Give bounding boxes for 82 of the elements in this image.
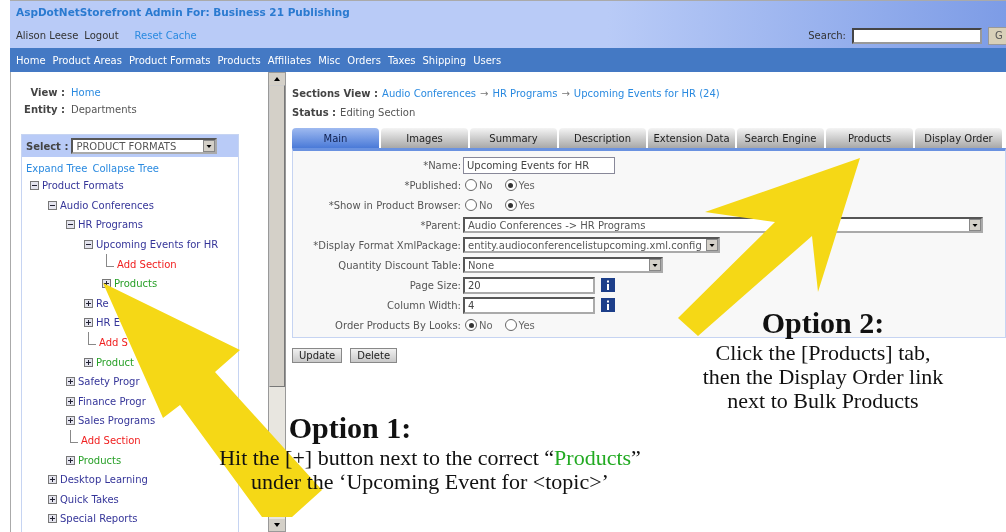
entity-label: Entity : <box>23 103 65 117</box>
breadcrumb-separator: → <box>480 87 489 101</box>
entity-dropdown[interactable]: PRODUCT FORMATS <box>71 138 218 154</box>
tree-item[interactable]: Quick Takes <box>60 493 119 505</box>
sections-view-label: Sections View : <box>292 87 379 101</box>
tab[interactable]: Main <box>292 128 379 148</box>
radio-label: Yes <box>518 179 535 191</box>
status-value: Editing Section <box>340 106 416 120</box>
user-name: Alison Leese <box>16 30 79 41</box>
tree-item[interactable]: Re <box>96 297 109 309</box>
radio-label: No <box>479 179 493 191</box>
tree-item[interactable]: Special Reports <box>60 513 138 525</box>
field-label: Page Size: <box>408 279 461 291</box>
nav-link[interactable]: Home <box>16 54 46 66</box>
breadcrumb-link[interactable]: Upcoming Events for HR (24) <box>573 84 720 103</box>
field-label: Quantity Discount Table: <box>337 259 461 271</box>
nav-link[interactable]: Product Areas <box>52 54 122 66</box>
tree-item[interactable]: Finance Progr <box>78 395 146 407</box>
expand-tree-link[interactable]: Expand Tree <box>26 163 88 174</box>
tree-item[interactable]: Add Section <box>117 258 177 270</box>
text-field[interactable]: Upcoming Events for HR <box>463 156 615 174</box>
tab[interactable]: Description <box>559 128 646 148</box>
radio-label: Yes <box>518 199 535 211</box>
radio-label: No <box>479 319 493 331</box>
field-label: *Display Format XmlPackage: <box>312 239 461 251</box>
nav-link[interactable]: Misc <box>318 54 341 66</box>
tab[interactable]: Images <box>381 128 468 148</box>
annotation-title: Option 1: <box>288 410 412 446</box>
tab[interactable]: Extension Data <box>648 128 735 148</box>
field-label: *Name: <box>422 159 461 171</box>
nav-link[interactable]: Affiliates <box>267 54 312 66</box>
form-button[interactable]: Update <box>292 348 343 363</box>
tab[interactable]: Summary <box>470 128 557 148</box>
field-label: *Published: <box>403 179 461 191</box>
breadcrumb-separator: → <box>561 87 570 101</box>
tree-item[interactable]: Sales Programs <box>78 415 156 427</box>
form-button[interactable]: Delete <box>350 348 398 363</box>
status-label: Status : <box>292 106 337 120</box>
field-label: *Parent: <box>419 219 461 231</box>
field-label: Order Products By Looks: <box>334 319 461 331</box>
logout-link[interactable]: Logout <box>84 30 119 41</box>
entity-value: Departments <box>71 103 137 117</box>
tab[interactable]: Products <box>826 128 913 148</box>
field-label: Column Width: <box>386 299 461 311</box>
breadcrumb-link[interactable]: Audio Conferences <box>382 84 476 103</box>
tree-item[interactable]: Desktop Learning <box>60 474 148 486</box>
field-label: *Show in Product Browser: <box>327 199 461 211</box>
tree-item[interactable]: Add S <box>99 337 128 349</box>
nav-link[interactable]: Products <box>217 54 261 66</box>
collapse-tree-link[interactable]: Collapse Tree <box>92 163 159 174</box>
go-button[interactable]: G <box>988 26 1006 45</box>
nav-link[interactable]: Taxes <box>387 54 416 66</box>
tree-item[interactable]: Audio Conferences <box>60 199 154 211</box>
tree-item[interactable]: Safety Progr <box>78 376 140 388</box>
nav-link[interactable]: Product Formats <box>128 54 211 66</box>
nav-link[interactable]: Shipping <box>422 54 467 66</box>
tree-item[interactable]: Add Section <box>81 435 141 446</box>
tree-item[interactable]: Upcoming Events for HR <box>96 239 219 251</box>
search-label: Search: <box>808 30 846 41</box>
text-field[interactable]: 20 <box>463 276 595 294</box>
nav-link[interactable]: Orders <box>347 54 381 66</box>
nav-link[interactable]: Users <box>473 54 502 66</box>
select-label: Select : <box>26 140 69 152</box>
text-field[interactable]: 4 <box>463 296 595 314</box>
tab[interactable]: Search Engine <box>737 128 824 148</box>
tree-item[interactable]: Products <box>78 454 122 466</box>
tree-item[interactable]: HR E <box>96 317 120 329</box>
annotation-text: Click the [Products] tab, then the Display Order link next to Bulk Products <box>701 341 945 413</box>
tree-item[interactable]: Product Formats <box>42 180 124 192</box>
tab[interactable]: Display Order <box>915 128 1002 148</box>
view-label: View : <box>29 86 65 100</box>
radio-label: No <box>479 199 493 211</box>
annotation-title: Option 2: <box>761 305 885 341</box>
dropdown[interactable]: None <box>463 257 663 273</box>
radio-label: Yes <box>518 319 535 331</box>
tree-item[interactable]: Products <box>114 278 158 290</box>
view-link[interactable]: Home <box>71 84 101 101</box>
dropdown[interactable]: entity.audioconferencelistupcoming.xml.config <box>463 237 720 253</box>
breadcrumb-link[interactable]: HR Programs <box>492 84 558 103</box>
tree-item[interactable]: Product <box>96 356 134 368</box>
app-title: AspDotNetStorefront Admin For: Business 21 Publishing <box>16 6 350 18</box>
tree-item[interactable]: HR Programs <box>78 219 144 231</box>
